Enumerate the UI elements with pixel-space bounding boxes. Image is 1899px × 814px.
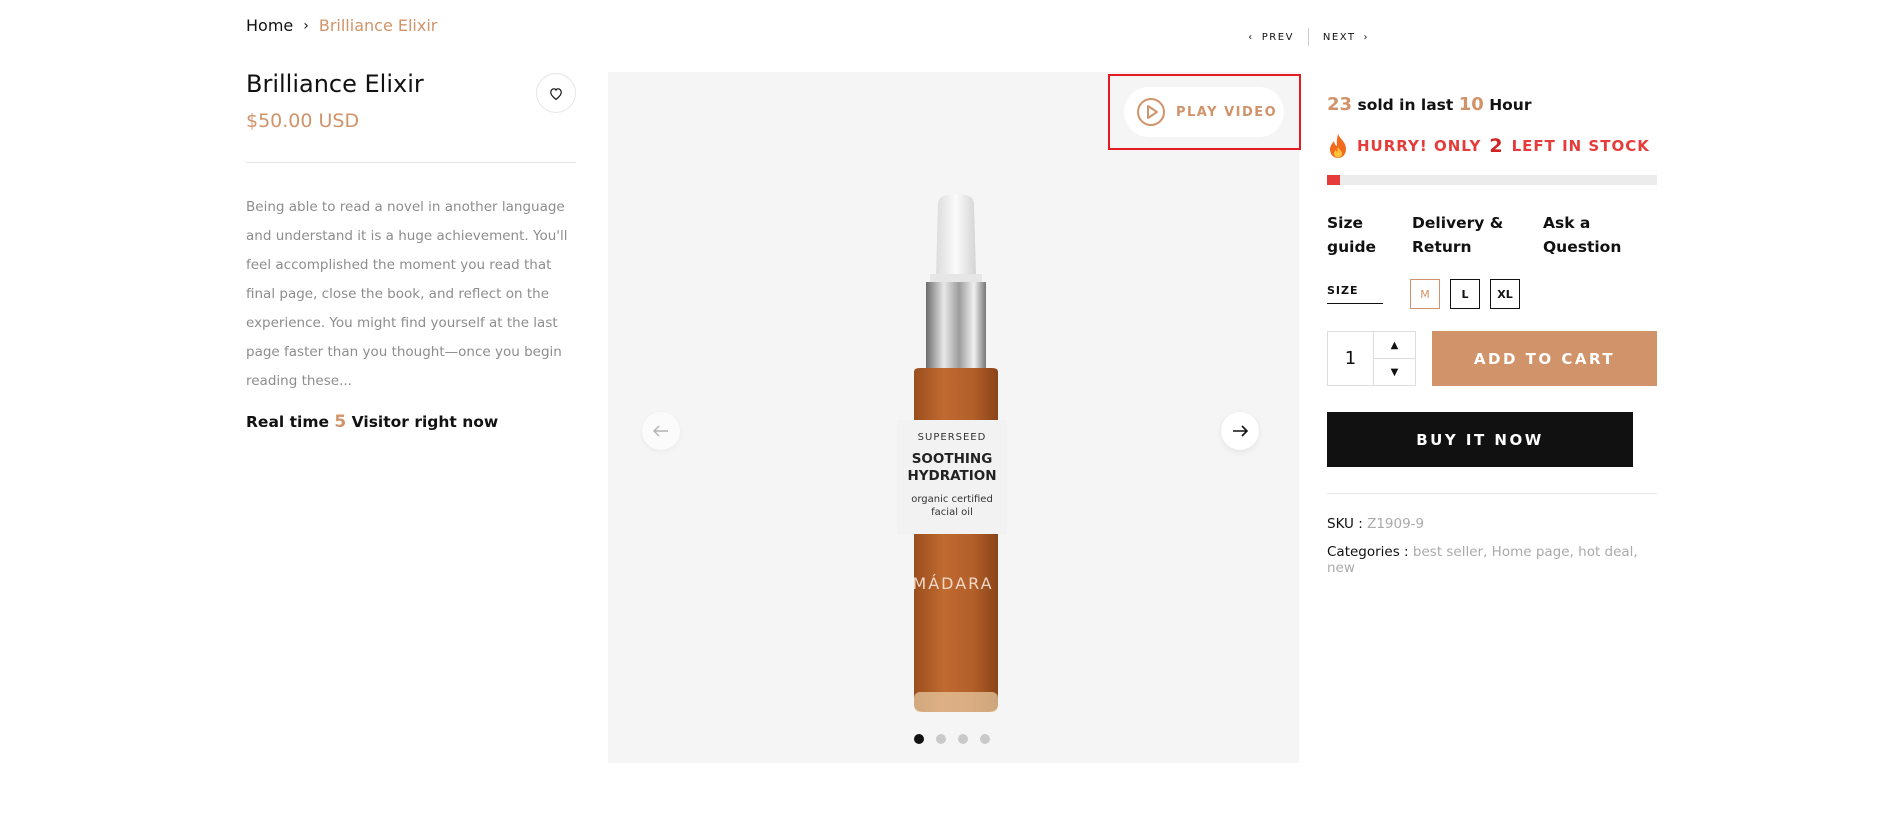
nav-divider (1307, 28, 1309, 46)
quantity-stepper: 1 ▲ ▼ (1327, 331, 1416, 386)
delivery-return-link[interactable]: Delivery & Return (1412, 211, 1543, 259)
caret-down-icon: ▼ (1390, 366, 1399, 378)
divider (1327, 493, 1657, 494)
wishlist-button[interactable] (536, 73, 576, 113)
label-subtitle: organic certified facial oil (897, 493, 1007, 519)
highlight-box (1108, 74, 1301, 150)
sku-label: SKU : (1327, 516, 1363, 532)
sold-count: 23 (1327, 94, 1353, 115)
visitor-count: 5 (334, 412, 347, 432)
quantity-steps: ▲ ▼ (1374, 332, 1415, 385)
ask-label-2: Question (1543, 238, 1622, 256)
breadcrumb-current: Brilliance Elixir (318, 16, 438, 35)
quantity-increase-button[interactable]: ▲ (1374, 332, 1415, 359)
delivery-label-2: Return (1412, 238, 1472, 256)
arrow-right-icon (1233, 425, 1248, 437)
sold-hours: 10 (1458, 94, 1484, 115)
prev-link[interactable]: ‹ PREV (1248, 32, 1294, 43)
categories-row: Categories : best seller, Home page, hot… (1327, 544, 1657, 576)
add-to-cart-button[interactable]: ADD TO CART (1432, 331, 1657, 386)
stock-left: 2 (1489, 135, 1504, 157)
product-title: Brilliance Elixir (246, 70, 424, 98)
next-label: NEXT (1322, 31, 1356, 43)
breadcrumb-home[interactable]: Home (246, 16, 293, 35)
size-guide-link[interactable]: Size guide (1327, 211, 1412, 259)
size-guide-label-1: Size (1327, 214, 1364, 232)
gallery-prev-button[interactable] (642, 412, 680, 450)
label-title-1: SOOTHING (911, 451, 993, 467)
arrow-left-icon (653, 425, 668, 437)
buy-now-button[interactable]: BUY IT NOW (1327, 412, 1633, 467)
visitor-counter: Real time 5 Visitor right now (246, 412, 576, 432)
sold-text: sold in last (1357, 96, 1454, 114)
prev-label: PREV (1261, 31, 1294, 43)
prev-next-nav: ‹ PREV NEXT › (1248, 28, 1369, 46)
caret-up-icon: ▲ (1390, 339, 1399, 351)
breadcrumb: Home › Brilliance Elixir (246, 16, 437, 35)
divider (246, 162, 576, 163)
gallery-dots (914, 734, 990, 744)
delivery-label-1: Delivery & (1412, 214, 1504, 232)
label-sub-2: facial oil (931, 507, 973, 518)
gallery-next-button[interactable] (1221, 412, 1259, 450)
bottle-label: SUPERSEED SOOTHING HYDRATION organic cer… (897, 420, 1007, 534)
quantity-decrease-button[interactable]: ▼ (1374, 359, 1415, 385)
product-price: $50.00 USD (246, 110, 360, 132)
sold-counter: 23 sold in last 10 Hour (1327, 94, 1657, 115)
product-gallery[interactable]: SUPERSEED SOOTHING HYDRATION organic cer… (608, 72, 1301, 763)
stock-progress-bar (1327, 175, 1657, 185)
chevron-right-icon: › (1363, 31, 1369, 43)
gallery-dot[interactable] (936, 734, 946, 744)
hurry-suffix: LEFT IN STOCK (1511, 137, 1650, 155)
product-info: Brilliance Elixir $50.00 USD Being able … (246, 70, 576, 432)
label-title: SOOTHING HYDRATION (897, 451, 1007, 485)
size-option-l[interactable]: L (1450, 279, 1480, 309)
ask-question-link[interactable]: Ask a Question (1543, 211, 1621, 259)
purchase-panel: 23 sold in last 10 Hour HURRY! ONLY 2 LE… (1327, 94, 1657, 588)
sold-hours-label: Hour (1489, 96, 1532, 114)
size-options: M L XL (1410, 279, 1520, 309)
size-option-xl[interactable]: XL (1490, 279, 1520, 309)
sku-row: SKU : Z1909-9 (1327, 516, 1657, 532)
label-brand-line: SUPERSEED (917, 432, 987, 443)
size-option-m[interactable]: M (1410, 279, 1440, 309)
gallery-dot[interactable] (914, 734, 924, 744)
info-links: Size guide Delivery & Return Ask a Quest… (1327, 211, 1657, 259)
sku-value: Z1909-9 (1367, 516, 1425, 532)
next-link[interactable]: NEXT › (1323, 32, 1369, 43)
gallery-dot[interactable] (980, 734, 990, 744)
ask-label-1: Ask a (1543, 214, 1591, 232)
stock-progress-fill (1327, 175, 1341, 185)
visitor-prefix: Real time (246, 413, 330, 431)
stock-warning: HURRY! ONLY 2 LEFT IN STOCK (1327, 133, 1657, 159)
quantity-input[interactable]: 1 (1328, 332, 1374, 385)
cart-row: 1 ▲ ▼ ADD TO CART (1327, 331, 1657, 386)
fire-icon (1330, 134, 1346, 158)
chevron-left-icon: ‹ (1248, 31, 1254, 43)
bottle-brand: MÁDARA (912, 574, 994, 593)
chevron-right-icon: › (303, 17, 309, 34)
hurry-prefix: HURRY! ONLY (1357, 137, 1482, 155)
categories-label: Categories : (1327, 544, 1409, 560)
label-sub-1: organic certified (911, 494, 993, 505)
size-guide-label-2: guide (1327, 238, 1377, 256)
size-selector: SIZE M L XL (1327, 279, 1657, 309)
label-title-2: HYDRATION (907, 468, 997, 484)
heart-icon (550, 87, 562, 100)
visitor-suffix: Visitor right now (351, 413, 499, 431)
size-label: SIZE (1327, 284, 1383, 304)
product-description: Being able to read a novel in another la… (246, 199, 568, 389)
product-meta: SKU : Z1909-9 Categories : best seller, … (1327, 516, 1657, 576)
gallery-dot[interactable] (958, 734, 968, 744)
